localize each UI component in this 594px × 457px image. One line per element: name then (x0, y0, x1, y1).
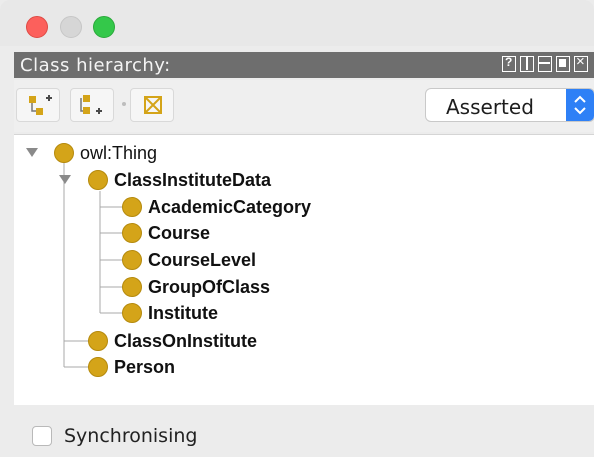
tree-node-label: CourseLevel (148, 249, 257, 270)
hierarchy-mode-value: Asserted (446, 95, 534, 119)
tree-node-course[interactable]: Course (122, 221, 210, 245)
add-subclass-button[interactable] (16, 88, 60, 122)
tree-node-label: owl:Thing (80, 142, 158, 163)
tree-node-institute[interactable]: Institute (122, 301, 218, 325)
tree-node-class-institute-data[interactable]: ClassInstituteData (88, 168, 271, 192)
toolbar-separator (122, 102, 126, 106)
synchronising-label: Synchronising (64, 425, 198, 447)
expand-toggle-class-institute-data[interactable] (59, 175, 71, 184)
app-window: Class hierarchy: ? × Asserted owl:Thing … (0, 0, 594, 457)
tree-node-label: Course (148, 222, 211, 243)
add-subclass-icon (29, 95, 52, 115)
class-icon (54, 143, 74, 163)
tree-node-academic-category[interactable]: AcademicCategory (122, 195, 311, 219)
close-view-icon[interactable] (574, 53, 588, 72)
class-icon (122, 250, 142, 270)
tree-node-label: Person (114, 356, 176, 377)
class-icon (122, 277, 142, 297)
split-vertical-icon[interactable] (520, 56, 534, 72)
window-titlebar (0, 0, 594, 46)
tree-node-owl-thing[interactable]: owl:Thing (54, 141, 157, 165)
tree-node-label: AcademicCategory (148, 196, 312, 217)
view-footer: Synchronising (14, 405, 594, 457)
view-header-icons (502, 53, 588, 72)
class-icon (88, 357, 108, 377)
expand-toggle-owl-thing[interactable] (26, 148, 38, 157)
class-icon (122, 223, 142, 243)
minimize-window-button[interactable] (60, 16, 82, 38)
hierarchy-toolbar: Asserted (14, 80, 594, 132)
add-sibling-class-button[interactable] (70, 88, 114, 122)
close-window-button[interactable] (26, 16, 48, 38)
tree-node-label: Institute (148, 302, 218, 323)
add-sibling-class-icon (80, 95, 102, 114)
view-header: Class hierarchy: (14, 52, 594, 78)
help-icon[interactable] (502, 55, 516, 72)
tree-node-course-level[interactable]: CourseLevel (122, 248, 256, 272)
tree-node-class-on-institute[interactable]: ClassOnInstitute (88, 329, 257, 353)
tree-node-person[interactable]: Person (88, 355, 175, 379)
delete-class-button[interactable] (130, 88, 174, 122)
class-icon (122, 197, 142, 217)
maximize-icon[interactable] (556, 56, 570, 72)
class-tree: owl:Thing ClassInstituteData AcademicCat… (14, 134, 594, 406)
select-arrows-icon (566, 89, 594, 121)
zoom-window-button[interactable] (93, 16, 115, 38)
delete-class-icon (144, 96, 162, 114)
class-icon (88, 170, 108, 190)
split-horizontal-icon[interactable] (538, 56, 552, 72)
class-icon (122, 303, 142, 323)
tree-node-label: ClassInstituteData (114, 169, 272, 190)
hierarchy-mode-select[interactable]: Asserted (425, 88, 594, 122)
tree-node-label: ClassOnInstitute (114, 330, 258, 351)
view-title: Class hierarchy: (20, 55, 171, 76)
tree-node-group-of-class[interactable]: GroupOfClass (122, 275, 270, 299)
tree-node-label: GroupOfClass (148, 276, 271, 297)
synchronising-checkbox[interactable] (32, 426, 52, 446)
class-icon (88, 331, 108, 351)
